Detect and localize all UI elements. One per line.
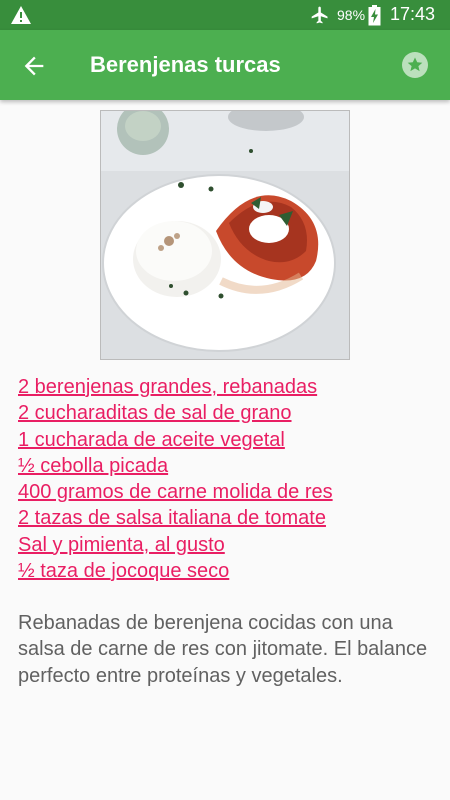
ingredient-list: 2 berenjenas grandes, rebanadas 2 cuchar… <box>18 374 438 584</box>
star-icon[interactable] <box>401 51 429 79</box>
ingredient-link[interactable]: 1 cucharada de aceite vegetal <box>18 427 438 453</box>
ingredient-link[interactable]: ½ taza de jocoque seco <box>18 558 438 584</box>
ingredient-link[interactable]: 2 tazas de salsa italiana de tomate <box>18 505 438 531</box>
recipe-photo <box>100 110 350 360</box>
battery-charging-icon <box>368 5 381 26</box>
battery-percentage: 98% <box>337 7 366 23</box>
ingredient-link[interactable]: 2 cucharaditas de sal de grano <box>18 400 438 426</box>
app-bar: Berenjenas turcas <box>0 30 450 100</box>
ingredient-link[interactable]: 2 berenjenas grandes, rebanadas <box>18 374 438 400</box>
clock: 17:43 <box>390 4 436 24</box>
airplane-mode-icon <box>311 6 328 24</box>
warning-icon <box>11 6 31 24</box>
ingredient-link[interactable]: 400 gramos de carne molida de res <box>18 479 438 505</box>
arrow-back-icon[interactable] <box>20 52 48 80</box>
recipe-description: Rebanadas de berenjena cocidas con una s… <box>18 612 428 687</box>
status-bar: 98% 17:43 <box>0 0 450 30</box>
page-title: Berenjenas turcas <box>90 52 281 77</box>
ingredient-link[interactable]: Sal y pimienta, al gusto <box>18 532 438 558</box>
ingredient-link[interactable]: ½ cebolla picada <box>18 453 438 479</box>
